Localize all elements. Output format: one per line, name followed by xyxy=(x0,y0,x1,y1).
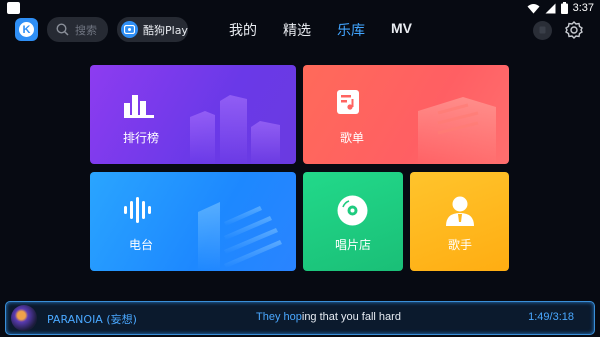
tile-singer[interactable]: 歌手 xyxy=(410,172,509,271)
status-time: 3:37 xyxy=(572,2,594,14)
tile-radio[interactable]: 电台 xyxy=(90,172,296,271)
vinyl-record-icon xyxy=(337,195,368,226)
signal-icon xyxy=(545,3,556,13)
status-bar: 3:37 xyxy=(0,0,600,16)
kugou-play-icon xyxy=(121,21,138,38)
tab-yueku[interactable]: 乐库 xyxy=(337,20,365,40)
radio-decor xyxy=(198,202,282,271)
search-icon xyxy=(56,23,69,36)
tile-radio-label: 电台 xyxy=(129,238,154,252)
tile-rank[interactable]: 排行榜 xyxy=(90,65,296,164)
battery-icon xyxy=(560,2,568,14)
tile-rank-label: 排行榜 xyxy=(123,131,160,145)
tile-playlist[interactable]: 歌单 xyxy=(303,65,509,164)
user-icon xyxy=(539,26,546,34)
lyric-sung: They hop xyxy=(256,311,302,323)
rank-decor xyxy=(190,95,280,164)
wifi-icon xyxy=(527,3,540,13)
kugou-logo-icon[interactable]: K xyxy=(15,18,38,41)
tile-record-store-label: 唱片店 xyxy=(335,238,372,252)
tile-playlist-label: 歌单 xyxy=(340,131,365,145)
song-title: PARANOIA (妄想) xyxy=(47,313,137,326)
tab-mv[interactable]: MV xyxy=(391,20,412,36)
logo-letter: K xyxy=(19,22,34,37)
gear-icon[interactable] xyxy=(564,20,584,40)
search-placeholder: 搜索 xyxy=(75,23,97,37)
radio-wave-icon xyxy=(124,197,151,223)
top-nav: K 搜索 酷狗Play 我的 精选 乐库 MV xyxy=(0,16,600,46)
album-cover[interactable] xyxy=(11,305,37,331)
now-playing-bar[interactable]: PARANOIA (妄想) They hoping that you fall … xyxy=(5,301,595,335)
rank-chart-icon xyxy=(124,95,154,118)
tab-jingxuan[interactable]: 精选 xyxy=(283,20,311,40)
playlist-decor xyxy=(418,97,496,164)
lyric-unsung: ing that you fall hard xyxy=(301,311,401,323)
playback-time: 1:49/3:18 xyxy=(528,311,574,323)
kugou-play-button[interactable]: 酷狗Play xyxy=(117,17,188,42)
playlist-icon xyxy=(337,90,359,114)
search-box[interactable]: 搜索 xyxy=(47,17,108,42)
tab-wode[interactable]: 我的 xyxy=(229,20,257,40)
singer-person-icon xyxy=(446,196,474,226)
kugou-play-label: 酷狗Play xyxy=(143,23,188,37)
tile-record-store[interactable]: 唱片店 xyxy=(303,172,403,271)
lyric-line: They hoping that you fall hard xyxy=(256,311,401,323)
notification-square-icon xyxy=(7,2,20,14)
user-avatar-button[interactable] xyxy=(533,21,552,40)
tile-singer-label: 歌手 xyxy=(448,238,473,252)
